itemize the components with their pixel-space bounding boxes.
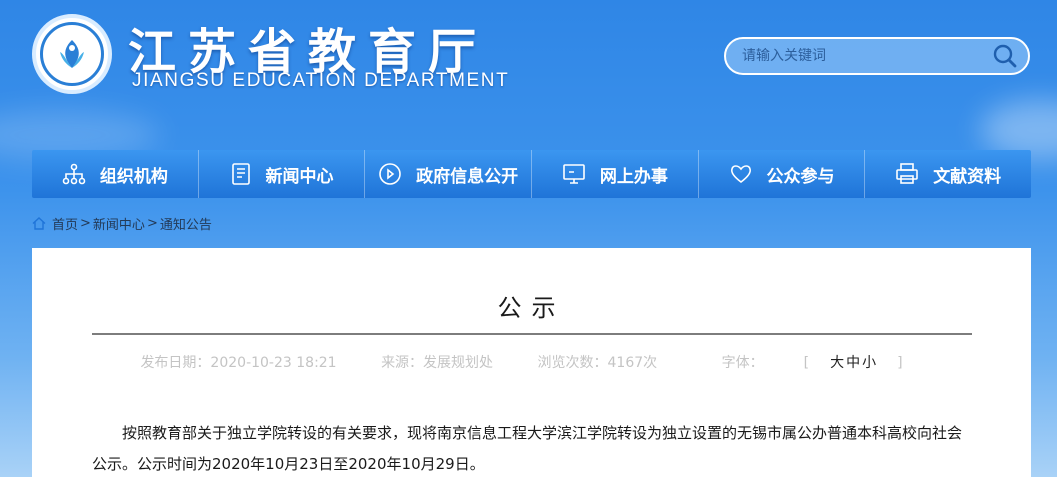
article-body: 按照教育部关于独立学院转设的有关要求，现将南京信息工程大学滨江学院转设为独立设置… [92, 424, 963, 473]
breadcrumb-separator: > [80, 216, 91, 231]
nav-item-news[interactable]: 新闻中心 [199, 150, 366, 198]
department-emblem-icon[interactable] [32, 14, 112, 94]
font-small-button[interactable]: 小 [862, 355, 876, 371]
site-subtitle: JIANGSU EDUCATION DEPARTMENT [132, 70, 510, 91]
main-nav: 组织机构 新闻中心 政府信息公开 网上办事 公众参与 文献资料 [32, 150, 1031, 198]
document-icon [230, 162, 252, 186]
article-title: 公示 [497, 294, 566, 322]
font-bracket-open: [ [803, 355, 810, 371]
article-meta: 发布日期：2020-10-23 18:21 来源：发展规划处 浏览次数：4167… [32, 352, 1031, 372]
home-icon [32, 217, 46, 230]
font-size-control: 字体： [ 大中小] [702, 355, 923, 371]
publish-date: 发布日期：2020-10-23 18:21 [140, 355, 337, 371]
article-panel: 公示 发布日期：2020-10-23 18:21 来源：发展规划处 浏览次数：4… [32, 248, 1031, 477]
nav-item-label: 文献资料 [933, 166, 1002, 187]
nav-item-gov-info[interactable]: 政府信息公开 [365, 150, 533, 198]
title-divider [92, 333, 972, 335]
nav-item-public-participation[interactable]: 公众参与 [699, 150, 866, 198]
search-icon[interactable] [992, 43, 1018, 69]
nav-item-organization[interactable]: 组织机构 [32, 150, 199, 198]
monitor-icon [562, 162, 586, 186]
nav-item-label: 新闻中心 [265, 166, 334, 187]
nav-item-label: 政府信息公开 [416, 166, 519, 187]
font-bracket-close: ] [897, 355, 903, 371]
view-count: 浏览次数：4167次 [537, 355, 658, 371]
nav-item-label: 组织机构 [99, 166, 168, 187]
play-circle-icon [378, 162, 402, 186]
article-source: 来源：发展规划处 [381, 355, 494, 371]
printer-icon [895, 162, 919, 186]
breadcrumb-news[interactable]: 新闻中心 [93, 214, 145, 233]
breadcrumb-home[interactable]: 首页 [52, 214, 78, 233]
search-box [724, 37, 1030, 75]
heart-icon [729, 162, 753, 186]
font-medium-button[interactable]: 中 [846, 355, 860, 371]
search-input[interactable] [742, 48, 992, 64]
nav-item-online-services[interactable]: 网上办事 [532, 150, 699, 198]
breadcrumb-current[interactable]: 通知公告 [160, 214, 212, 233]
font-large-button[interactable]: 大 [830, 355, 844, 371]
org-chart-icon [62, 162, 86, 186]
nav-item-label: 公众参与 [766, 166, 835, 187]
nav-item-label: 网上办事 [599, 166, 668, 187]
font-size-label: 字体： [721, 355, 764, 371]
nav-item-documents[interactable]: 文献资料 [865, 150, 1031, 198]
breadcrumb: 首页 > 新闻中心 > 通知公告 [32, 214, 212, 233]
breadcrumb-separator: > [146, 216, 158, 231]
site-header: 江苏省教育厅 JIANGSU EDUCATION DEPARTMENT [0, 0, 1057, 145]
